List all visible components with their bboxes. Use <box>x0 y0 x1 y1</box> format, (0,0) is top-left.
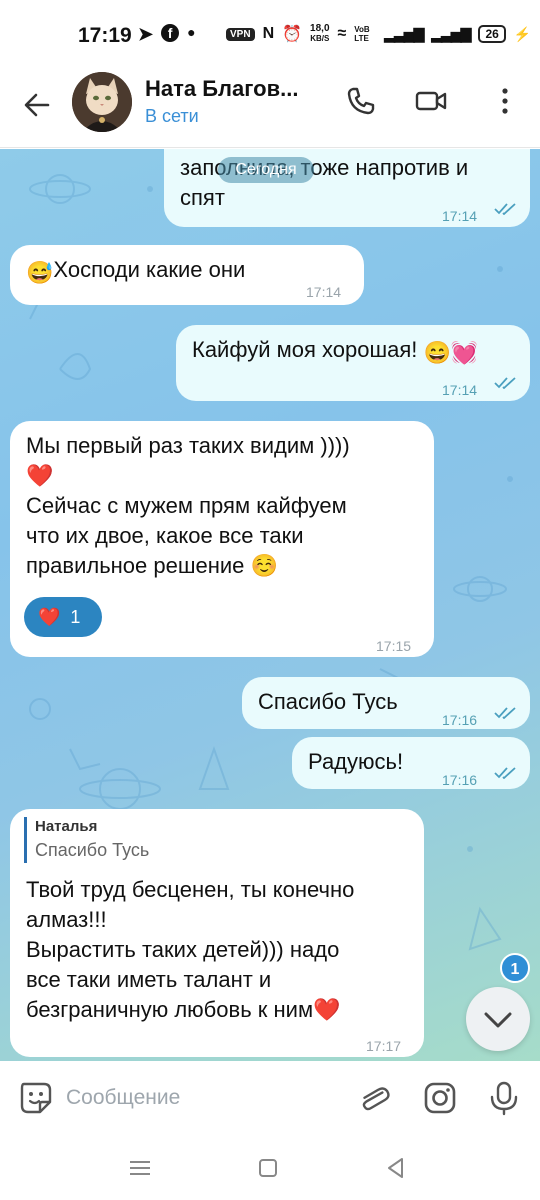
message-bubble-incoming[interactable]: Наталья Спасибо Тусь Твой труд бесценен,… <box>10 809 424 1057</box>
message-bubble-outgoing[interactable]: Кайфуй моя хорошая! 😄💓 17:14 <box>176 325 530 401</box>
chevron-down-icon <box>484 1012 512 1028</box>
message-emojis: 😄💓 <box>423 340 479 365</box>
message-text-line: все таки иметь талант и <box>26 967 272 992</box>
message-bubble-outgoing[interactable]: Радуюсь! 17:16 <box>292 737 530 789</box>
message-time: 17:15 <box>376 638 412 654</box>
reaction-chip[interactable]: ❤️ 1 <box>24 597 102 637</box>
message-input[interactable] <box>66 1080 336 1116</box>
unread-count-badge: 1 <box>500 953 530 983</box>
status-bar: 17:19 ➤ f ● VPN N ⏰ 18,0 KB/S ≈ VoB LTE … <box>0 0 540 70</box>
wifi-icon: ≈ <box>337 25 347 42</box>
double-check-read-icon <box>494 203 516 215</box>
phone-icon[interactable] <box>344 84 378 118</box>
message-time: 17:14 <box>442 208 478 224</box>
message-bubble-outgoing[interactable]: Спасибо Тусь 17:16 <box>242 677 530 729</box>
message-text-line: Твой труд бесценен, ты конечно <box>26 877 355 902</box>
microphone-icon[interactable] <box>486 1080 522 1116</box>
chat-messages-area[interactable]: заполнила, тоже напротив и спят 17:14 Се… <box>0 149 540 1061</box>
home-icon[interactable] <box>254 1154 282 1182</box>
recent-apps-icon[interactable] <box>126 1154 154 1182</box>
cat-avatar-icon <box>72 72 132 132</box>
volte-label: VoB LTE <box>354 25 370 43</box>
battery-indicator: 26 <box>478 25 506 43</box>
double-check-read-icon <box>494 767 516 779</box>
message-time: 17:16 <box>442 712 478 728</box>
message-time: 17:14 <box>442 382 478 398</box>
reply-author: Наталья <box>35 818 98 835</box>
message-time: 17:17 <box>366 1038 402 1054</box>
message-text-line: безграничную любовь к ним❤️ <box>26 997 341 1022</box>
heart-reaction-emoji: ❤️ <box>38 607 61 627</box>
message-text-line: правильное решение ☺️ <box>26 553 278 578</box>
message-bubble-incoming[interactable]: Мы первый раз таких видим )))) ❤️ Сейчас… <box>10 421 434 657</box>
message-text-line: алмаз!!! <box>26 907 107 932</box>
message-text-line: Вырастить таких детей))) надо <box>26 937 340 962</box>
message-body: Твой труд бесценен, ты конечно алмаз!!! … <box>26 875 354 1025</box>
contact-status: В сети <box>145 106 199 126</box>
alarm-icon: ⏰ <box>282 26 303 43</box>
message-text: Радуюсь! <box>308 749 404 774</box>
message-text-line: что их двое, какое все таки <box>26 523 304 548</box>
charging-icon: ⚡ <box>513 25 532 42</box>
more-notifications-dot-icon: ● <box>187 24 196 40</box>
arrow-left-icon[interactable] <box>22 90 52 120</box>
scroll-to-bottom-button[interactable] <box>466 987 530 1051</box>
status-notification-icons: ➤ f ● <box>138 24 196 45</box>
sticker-icon[interactable] <box>18 1080 54 1116</box>
nfc-icon: N <box>262 25 275 42</box>
status-system-icons: VPN N ⏰ 18,0 KB/S ≈ VoB LTE ▂▃▅▇ ▂▃▅▇ 26… <box>226 24 531 44</box>
contact-name[interactable]: Ната Благов... <box>145 76 298 102</box>
message-text-line: ❤️ <box>26 463 54 488</box>
message-text: Кайфуй моя хорошая! <box>192 337 418 362</box>
signal-2-icon: ▂▃▅▇ <box>431 25 471 42</box>
message-bubble-outgoing[interactable]: заполнила, тоже напротив и спят 17:14 <box>164 149 530 227</box>
facebook-icon: f <box>161 24 180 42</box>
reply-text: Спасибо Тусь <box>35 840 150 860</box>
speed-unit: KB/S <box>310 34 330 43</box>
network-speed: 18,0 KB/S <box>310 24 329 44</box>
instagram-camera-icon[interactable] <box>422 1080 458 1116</box>
system-navigation-bar <box>0 1134 540 1200</box>
speed-value: 18,0 <box>310 23 330 34</box>
video-camera-icon[interactable] <box>414 84 448 118</box>
chat-header: Ната Благов... В сети <box>0 70 540 148</box>
sweat-smile-emoji: 😅 <box>26 260 54 285</box>
date-chip: Сегодня <box>218 157 314 183</box>
signal-1-icon: ▂▃▅▇ <box>384 25 424 42</box>
avatar[interactable] <box>72 72 132 132</box>
message-text: Хосподи какие они <box>53 257 246 282</box>
message-time: 17:14 <box>306 284 342 300</box>
more-vertical-icon[interactable] <box>488 84 522 118</box>
message-input-bar <box>0 1062 540 1134</box>
vpn-icon: VPN <box>226 27 255 41</box>
reaction-count: 1 <box>70 607 81 627</box>
double-check-read-icon <box>494 707 516 719</box>
message-text-line: Мы первый раз таких видим )))) <box>26 433 350 458</box>
message-text: Спасибо Тусь <box>258 689 398 714</box>
back-nav-icon[interactable] <box>382 1154 410 1182</box>
paperclip-icon[interactable] <box>356 1080 392 1116</box>
reply-quote[interactable]: Наталья Спасибо Тусь <box>24 817 149 863</box>
telegram-icon: ➤ <box>138 24 154 44</box>
double-check-read-icon <box>494 377 516 389</box>
message-time: 17:16 <box>442 772 478 788</box>
status-time: 17:19 <box>78 24 132 47</box>
message-text-line: Сейчас с мужем прям кайфуем <box>26 493 347 518</box>
message-bubble-incoming[interactable]: 😅Хосподи какие они 17:14 <box>10 245 364 305</box>
